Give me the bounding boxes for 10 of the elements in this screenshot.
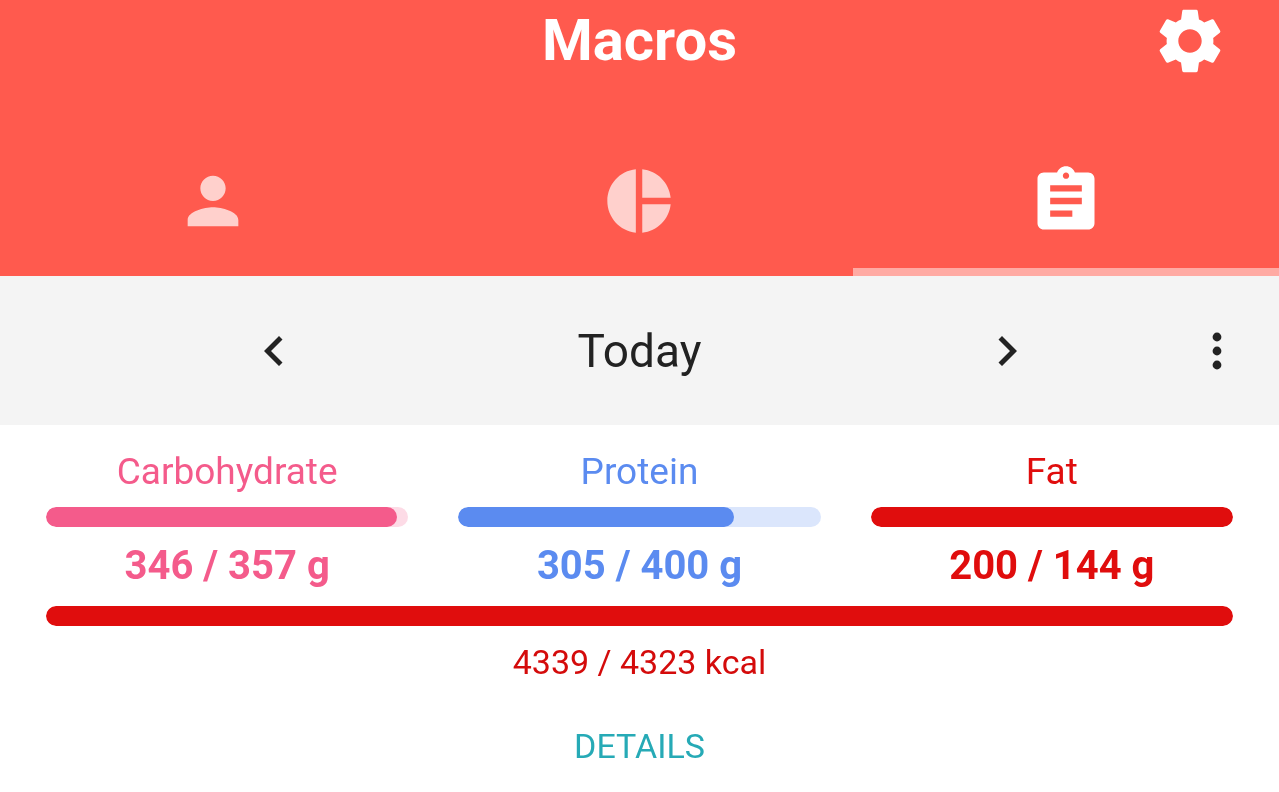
calorie-amount: 4339 / 4323 kcal bbox=[512, 642, 767, 682]
macro-label: Fat bbox=[1025, 449, 1078, 495]
macro-label: Carbohydrate bbox=[116, 449, 338, 495]
macro-amount: 346 / 357 g bbox=[124, 542, 330, 590]
details-button[interactable]: DETAILS bbox=[566, 722, 713, 770]
date-label: Today bbox=[577, 323, 702, 378]
macro-amount: 200 / 144 g bbox=[949, 542, 1155, 590]
macro-amount: 305 / 400 g bbox=[536, 542, 743, 590]
app-title: Macros bbox=[542, 6, 737, 74]
macro-label: Protein bbox=[580, 449, 699, 495]
